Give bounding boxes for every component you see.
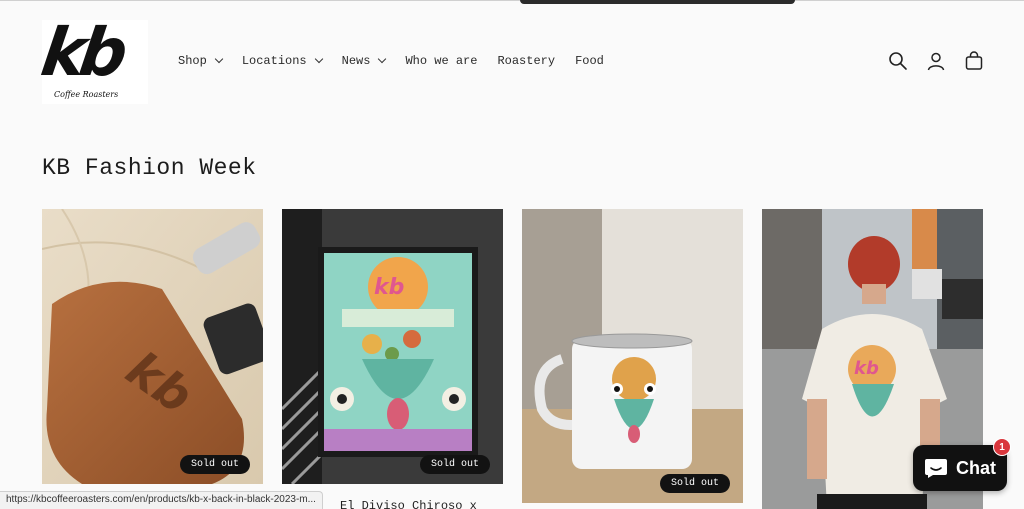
search-icon[interactable]	[888, 50, 908, 72]
chat-button[interactable]: Chat	[913, 445, 1007, 491]
product-title[interactable]: El Diviso Chiroso x	[340, 499, 477, 509]
chevron-down-icon	[214, 54, 224, 64]
product-grid: kb Sold out kb Sold out El Diviso Chiros…	[42, 209, 983, 509]
page-title: KB Fashion Week	[42, 155, 257, 181]
product-card[interactable]: kb Sold out El Diviso Chiroso x	[282, 209, 503, 509]
nav-item-shop[interactable]: Shop	[178, 54, 224, 68]
sold-out-badge: Sold out	[180, 455, 251, 474]
svg-text:kb: kb	[374, 275, 404, 300]
chevron-down-icon	[378, 54, 387, 64]
chat-unread-badge: 1	[993, 438, 1011, 456]
logo-mark: kb	[36, 14, 127, 91]
product-card[interactable]: Sold out	[522, 209, 743, 509]
header-icons	[888, 50, 984, 72]
sold-out-badge: Sold out	[420, 455, 491, 474]
nav-label: Roastery	[497, 54, 556, 68]
nav-label: Who we are	[405, 54, 478, 68]
nav-item-locations[interactable]: Locations	[241, 54, 323, 68]
product-image[interactable]: kb Sold out	[42, 209, 263, 484]
product-card[interactable]: kb Sold out	[42, 209, 263, 509]
nav-label: Locations	[241, 54, 307, 68]
svg-text:kb: kb	[854, 358, 879, 379]
nav-label: Shop	[178, 54, 207, 68]
chevron-down-icon	[314, 54, 323, 64]
account-icon[interactable]	[926, 50, 946, 72]
logo-subtext: Coffee Roasters	[54, 90, 119, 99]
product-image[interactable]: Sold out	[522, 209, 743, 503]
nav-label: News	[341, 54, 371, 68]
nav-item-news[interactable]: News	[341, 54, 387, 68]
nav-label: Food	[575, 54, 604, 68]
nav-item-who-we-are[interactable]: Who we are	[405, 54, 477, 68]
sold-out-badge: Sold out	[660, 474, 731, 493]
status-bar-url: https://kbcoffeeroasters.com/en/products…	[0, 491, 323, 509]
chat-bubble-icon	[925, 459, 947, 478]
nav-item-roastery[interactable]: Roastery	[497, 54, 555, 68]
brand-logo[interactable]: kb Coffee Roasters	[37, 14, 148, 104]
nav-item-food[interactable]: Food	[575, 54, 604, 68]
site-header: kb Coffee Roasters Shop Locations News W…	[0, 0, 1024, 120]
chat-label: Chat	[956, 457, 996, 478]
product-image[interactable]: kb Sold out	[282, 209, 503, 484]
main-nav: Shop Locations News Who we are Roastery …	[178, 54, 624, 68]
cart-icon[interactable]	[964, 50, 984, 72]
